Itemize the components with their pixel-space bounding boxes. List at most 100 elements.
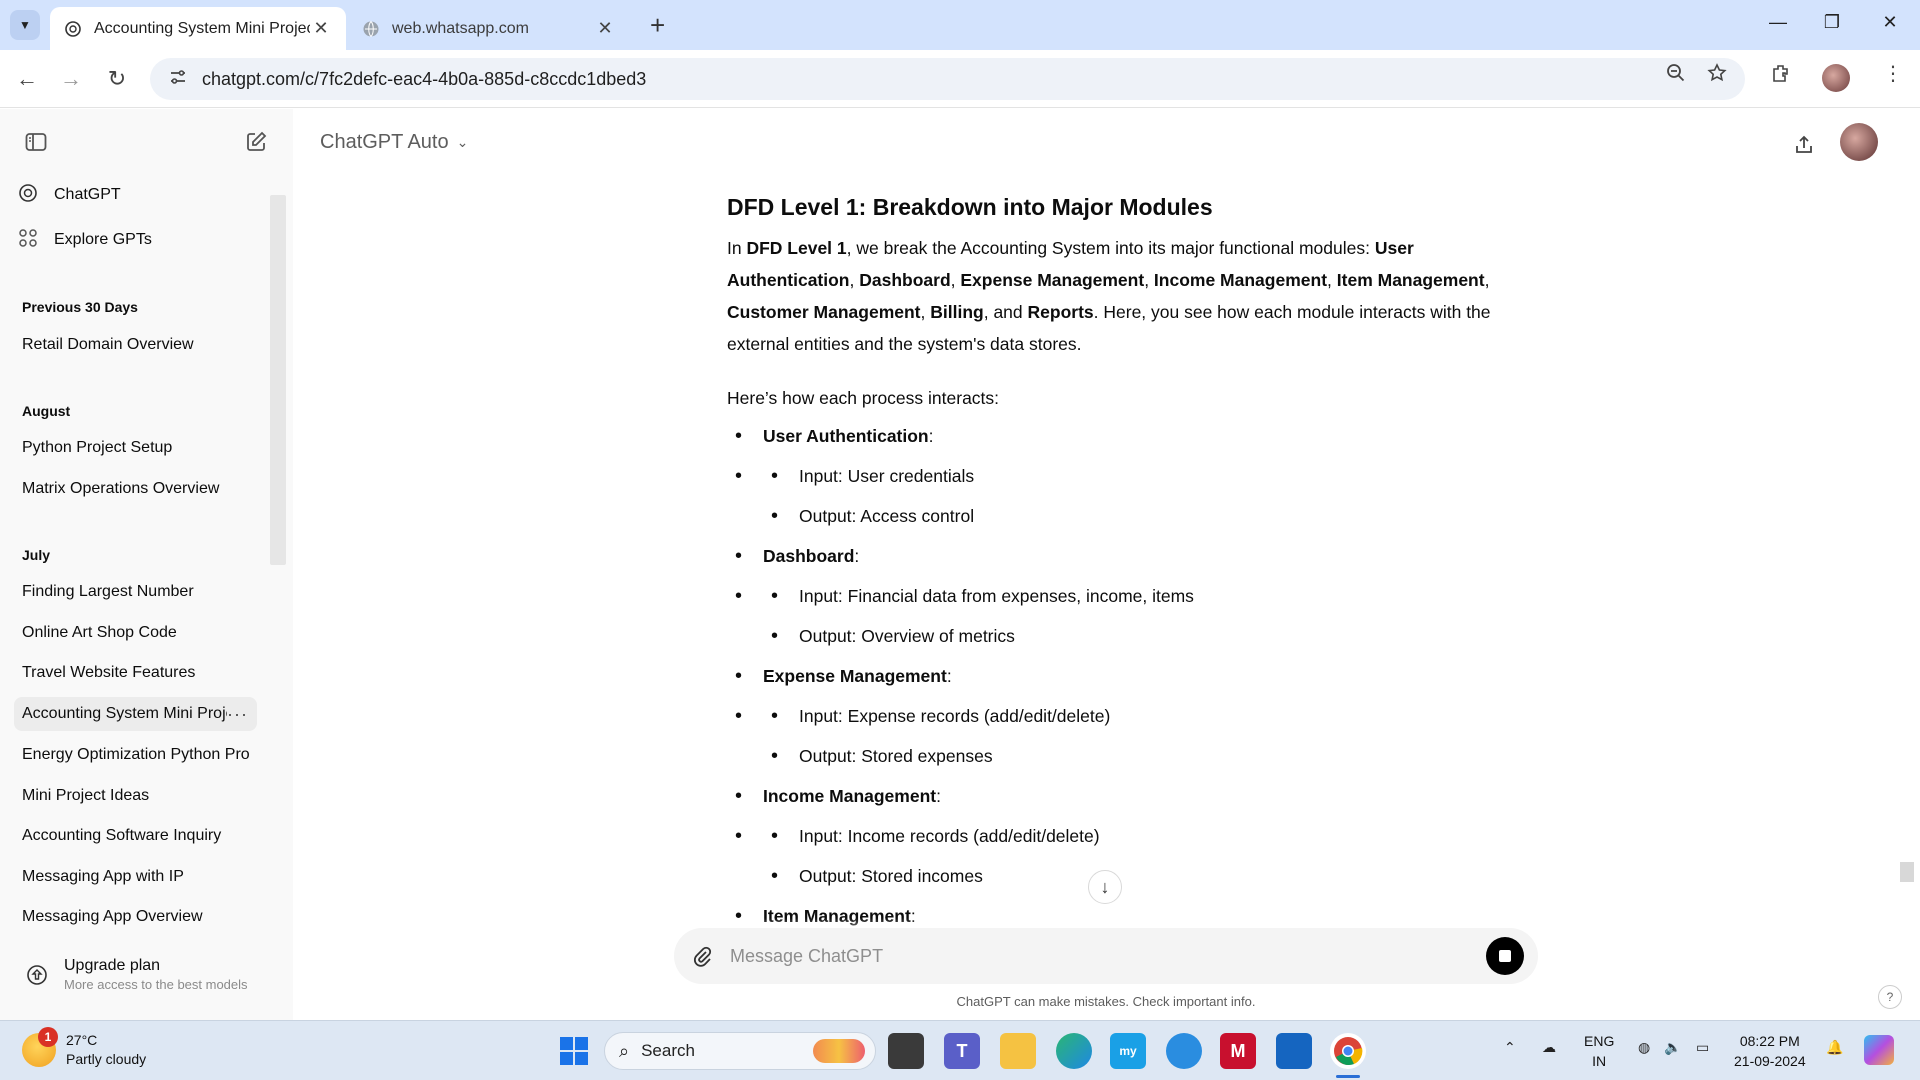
list-item: Output: Stored incomes [727,856,1517,896]
paperclip-icon[interactable] [674,945,730,967]
address-bar[interactable]: chatgpt.com/c/7fc2defc-eac4-4b0a-885d-c8… [150,58,1745,100]
upgrade-subtitle: More access to the best models [64,977,248,992]
network-icon[interactable]: ◍ [1638,1039,1650,1056]
url-text: chatgpt.com/c/7fc2defc-eac4-4b0a-885d-c8… [202,68,647,89]
edge-icon[interactable] [1056,1033,1092,1069]
zoom-icon[interactable] [1661,58,1691,88]
upgrade-plan-button[interactable]: Upgrade plan More access to the best mod… [20,957,248,992]
sidebar-section-july: July [22,547,51,563]
chatgpt-favicon-icon [65,20,81,37]
teams-icon[interactable]: T [944,1033,980,1069]
list-item: Input: Expense records (add/edit/delete) [727,696,1517,736]
chatgpt-logo-icon [18,183,54,208]
sidebar-item-messaging-app-with-ip[interactable]: Messaging App with IP [14,860,257,894]
model-name: ChatGPT Auto [320,131,449,153]
sidebar-item-finding-largest-number[interactable]: Finding Largest Number [14,575,257,609]
tray-chevron-up-icon[interactable]: ⌃ [1504,1039,1516,1056]
arrow-down-icon: ↓ [1100,876,1110,897]
list-item: Dashboard: [727,536,1517,576]
browser-tab-strip: ▼ Accounting System Mini Project ✕ web.w… [0,0,1920,50]
extensions-icon[interactable] [1766,58,1796,88]
list-item: Input: User credentials Output: Access c… [727,456,1517,536]
close-window-icon[interactable]: ✕ [1870,12,1910,33]
toggle-sidebar-icon[interactable] [21,127,51,157]
taskbar-search[interactable]: ⌕ Search [604,1032,876,1070]
main-scrollbar[interactable] [1900,862,1914,882]
close-tab-icon[interactable]: ✕ [594,18,616,39]
assistant-message: DFD Level 1: Breakdown into Major Module… [727,190,1517,936]
disclaimer-text: ChatGPT can make mistakes. Check importa… [956,994,1256,1009]
bookmark-star-icon[interactable] [1702,58,1732,88]
store-icon[interactable] [1276,1033,1312,1069]
close-tab-icon[interactable]: ✕ [310,18,332,39]
browser-profile-avatar[interactable] [1822,64,1850,92]
sidebar-item-accounting-system-mini-project[interactable]: Accounting System Mini Project ··· [14,697,257,731]
model-selector[interactable]: ChatGPT Auto ⌄ [320,131,468,154]
weather-sun-icon: 1 [22,1027,58,1067]
list-item: Input: User credentials [727,456,1517,496]
sidebar-item-travel-website-features[interactable]: Travel Website Features [14,656,257,690]
message-input[interactable] [730,945,1486,967]
user-avatar[interactable] [1840,123,1878,161]
mcafee-icon[interactable]: M [1220,1033,1256,1069]
sidebar-section-previous-30-days: Previous 30 Days [22,299,138,315]
tab-whatsapp[interactable]: web.whatsapp.com ✕ [348,7,630,50]
sidebar-item-python-project-setup[interactable]: Python Project Setup [14,431,257,465]
sidebar-item-online-art-shop-code[interactable]: Online Art Shop Code [14,616,257,650]
sidebar-scrollbar[interactable] [270,195,286,565]
sidebar-item-energy-optimization[interactable]: Energy Optimization Python Pro [14,738,257,772]
new-tab-button[interactable]: + [650,12,665,38]
list-item: Input: Financial data from expenses, inc… [727,576,1517,616]
tab-title: Accounting System Mini Project [94,19,310,37]
tab-search-button[interactable]: ▼ [10,10,40,40]
assistant-app-icon[interactable] [1166,1033,1202,1069]
sidebar-item-explore-gpts[interactable]: Explore GPTs [18,222,152,258]
file-explorer-icon[interactable] [1000,1033,1036,1069]
message-intro: In DFD Level 1, we break the Accounting … [727,238,1491,354]
minimize-icon[interactable]: — [1758,12,1798,33]
forward-icon[interactable]: → [56,64,86,94]
tab-title: web.whatsapp.com [392,19,529,37]
sidebar-item-accounting-software-inquiry[interactable]: Accounting Software Inquiry [14,819,257,853]
stop-generating-button[interactable] [1486,937,1524,975]
upgrade-icon [20,958,54,992]
conversation-options-icon[interactable]: ··· [227,704,257,725]
windows-start-icon[interactable] [556,1033,592,1069]
language-indicator[interactable]: ENG IN [1584,1031,1614,1071]
share-icon[interactable] [1786,127,1822,163]
volume-icon[interactable]: 🔈 [1664,1039,1681,1056]
mylio-icon[interactable]: my [1110,1033,1146,1069]
notification-bell-icon[interactable]: 🔔 [1826,1039,1843,1056]
back-icon[interactable]: ← [12,64,42,94]
scroll-to-bottom-button[interactable]: ↓ [1088,870,1122,904]
sidebar-item-mini-project-ideas[interactable]: Mini Project Ideas [14,779,257,813]
windows-taskbar: 1 27°C Partly cloudy ⌕ Search T my M ⌃ ☁… [0,1020,1920,1080]
task-view-icon[interactable] [888,1033,924,1069]
site-settings-icon[interactable] [158,67,198,92]
active-app-indicator [1336,1075,1360,1078]
help-button[interactable]: ? [1878,985,1902,1009]
reload-icon[interactable]: ↻ [102,64,132,94]
list-item: Expense Management: [727,656,1517,696]
weather-widget[interactable]: 1 27°C Partly cloudy [22,1027,146,1069]
list-item: Output: Stored expenses [727,736,1517,776]
sidebar-section-august: August [22,403,71,419]
sidebar-item-retail-domain-overview[interactable]: Retail Domain Overview [14,328,257,362]
onedrive-icon[interactable]: ☁ [1542,1039,1556,1056]
tab-accounting-system[interactable]: Accounting System Mini Project ✕ [50,7,346,50]
copilot-icon[interactable] [1864,1035,1894,1065]
restore-icon[interactable]: ❐ [1812,12,1852,33]
browser-menu-icon[interactable]: ⋮ [1878,58,1908,88]
battery-icon[interactable]: ▭ [1696,1039,1709,1056]
sidebar-item-messaging-app-overview[interactable]: Messaging App Overview [14,900,257,934]
stop-icon [1499,950,1511,962]
sidebar-item-matrix-operations-overview[interactable]: Matrix Operations Overview [14,472,257,506]
new-chat-icon[interactable] [241,127,271,157]
chrome-icon[interactable] [1330,1033,1366,1069]
grid-icon [18,228,54,253]
system-clock[interactable]: 08:22 PM 21-09-2024 [1734,1031,1806,1071]
taskbar-search-label: Search [641,1041,695,1060]
sidebar-item-chatgpt[interactable]: ChatGPT [18,177,121,213]
notification-badge: 1 [38,1027,58,1047]
list-item: Output: Overview of metrics [727,616,1517,656]
